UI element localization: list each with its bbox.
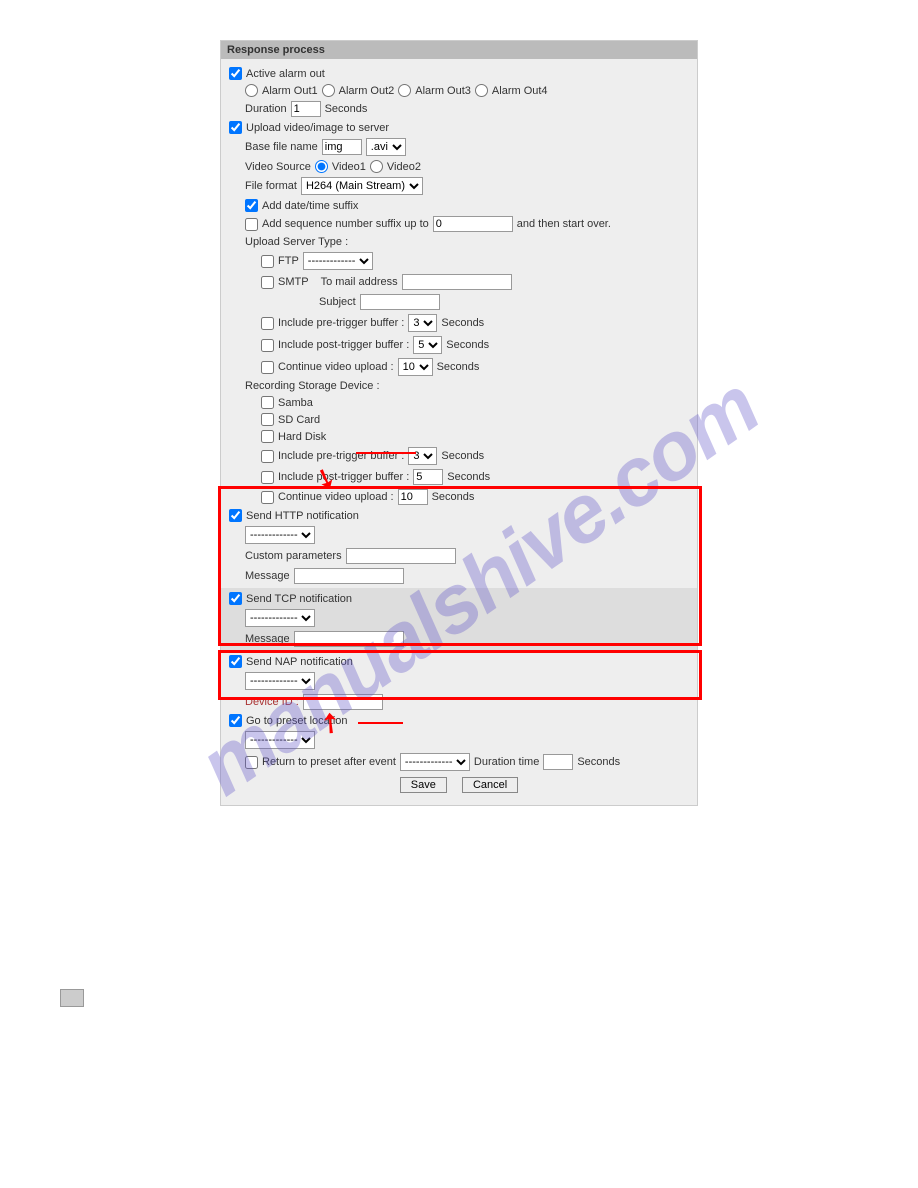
post-trigger-checkbox[interactable]: Include post-trigger buffer : [261, 339, 409, 352]
to-mail-input[interactable] [402, 274, 512, 290]
pre-trigger2-checkbox[interactable]: Include pre-trigger buffer : [261, 450, 404, 463]
http-custom-input[interactable] [346, 548, 456, 564]
continue-upload2-input[interactable] [398, 489, 428, 505]
device-id-input[interactable] [303, 694, 383, 710]
samba-checkbox[interactable]: Samba [261, 396, 313, 409]
subject-label: Subject [319, 296, 356, 308]
post-trigger2-checkbox[interactable]: Include post-trigger buffer : [261, 471, 409, 484]
upload-checkbox[interactable]: Upload video/image to server [229, 121, 389, 134]
duration-label: Duration [245, 103, 287, 115]
cancel-button[interactable]: Cancel [462, 777, 518, 793]
pre-trigger-checkbox[interactable]: Include pre-trigger buffer : [261, 317, 404, 330]
continue-upload2-checkbox[interactable]: Continue video upload : [261, 491, 394, 504]
page-marker [60, 989, 84, 1007]
alarm-out4-radio[interactable]: Alarm Out4 [475, 84, 548, 97]
preset-checkbox[interactable]: Go to preset location [229, 714, 348, 727]
save-button[interactable]: Save [400, 777, 447, 793]
ftp-checkbox[interactable]: FTP [261, 255, 299, 268]
active-alarm-checkbox[interactable]: Active alarm out [229, 67, 325, 80]
post-trigger-select[interactable]: 5 [413, 336, 442, 354]
nap-notif-checkbox[interactable]: Send NAP notification [229, 655, 353, 668]
sd-card-checkbox[interactable]: SD Card [261, 413, 320, 426]
http-select[interactable]: ------------- [245, 526, 315, 544]
pre-trigger2-select[interactable]: 3 [408, 447, 437, 465]
return-preset-checkbox[interactable]: Return to preset after event [245, 756, 396, 769]
http-message-input[interactable] [294, 568, 404, 584]
ftp-select[interactable]: ------------- [303, 252, 373, 270]
base-file-ext-select[interactable]: .avi [366, 138, 406, 156]
duration-time-label: Duration time [474, 756, 539, 768]
smtp-checkbox[interactable]: SMTP [261, 276, 309, 289]
base-file-name-input[interactable] [322, 139, 362, 155]
sequence-suffix-input[interactable] [433, 216, 513, 232]
tcp-message-label: Message [245, 633, 290, 645]
alarm-out1-radio[interactable]: Alarm Out1 [245, 84, 318, 97]
pre-trigger-select[interactable]: 3 [408, 314, 437, 332]
device-id-label: Device ID : [245, 696, 299, 708]
continue-upload-select[interactable]: 10 [398, 358, 433, 376]
hard-disk-checkbox[interactable]: Hard Disk [261, 430, 326, 443]
response-process-panel: Response process Active alarm out Alarm … [220, 40, 698, 806]
http-notif-checkbox[interactable]: Send HTTP notification [229, 509, 359, 522]
recording-storage-label: Recording Storage Device : [245, 378, 689, 394]
file-format-select[interactable]: H264 (Main Stream) [301, 177, 423, 195]
http-message-label: Message [245, 570, 290, 582]
alarm-out3-radio[interactable]: Alarm Out3 [398, 84, 471, 97]
datetime-suffix-checkbox[interactable]: Add date/time suffix [245, 199, 358, 212]
base-file-name-label: Base file name [245, 141, 318, 153]
to-mail-label: To mail address [321, 276, 398, 288]
video1-radio[interactable]: Video1 [315, 160, 366, 173]
return-preset-select[interactable]: ------------- [400, 753, 470, 771]
tcp-select[interactable]: ------------- [245, 609, 315, 627]
duration-unit: Seconds [325, 103, 368, 115]
nap-select[interactable]: ------------- [245, 672, 315, 690]
post-trigger2-input[interactable] [413, 469, 443, 485]
continue-upload-checkbox[interactable]: Continue video upload : [261, 361, 394, 374]
http-custom-label: Custom parameters [245, 550, 342, 562]
duration-time-input[interactable] [543, 754, 573, 770]
video-source-label: Video Source [245, 161, 311, 173]
tcp-message-input[interactable] [294, 631, 404, 647]
alarm-out2-radio[interactable]: Alarm Out2 [322, 84, 395, 97]
tcp-notif-checkbox[interactable]: Send TCP notification [229, 592, 352, 605]
video2-radio[interactable]: Video2 [370, 160, 421, 173]
upload-server-type-label: Upload Server Type : [245, 234, 689, 250]
sequence-after-label: and then start over. [517, 218, 611, 230]
subject-input[interactable] [360, 294, 440, 310]
file-format-label: File format [245, 180, 297, 192]
panel-header: Response process [221, 41, 697, 59]
duration-input[interactable] [291, 101, 321, 117]
preset-select[interactable]: ------------- [245, 731, 315, 749]
sequence-suffix-checkbox[interactable]: Add sequence number suffix up to [245, 218, 429, 231]
